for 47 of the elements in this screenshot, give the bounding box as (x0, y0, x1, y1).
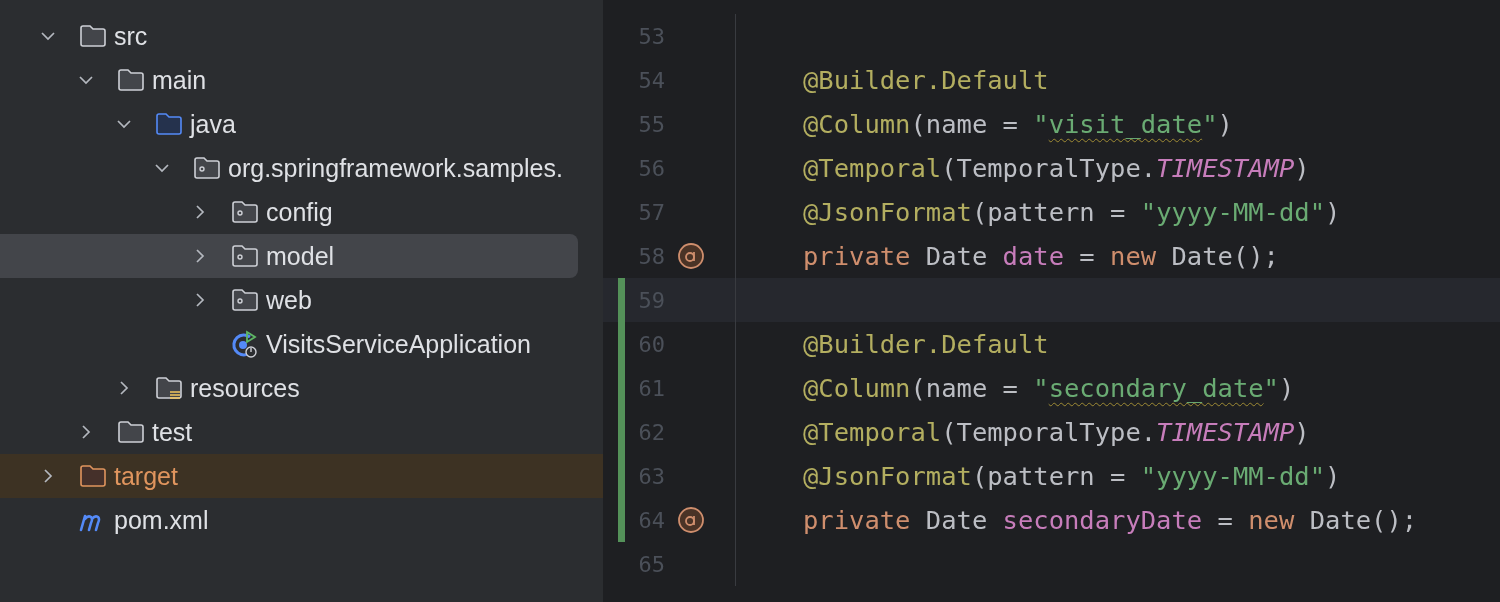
autowired-marker-icon[interactable] (676, 241, 706, 271)
tree-item-label: resources (190, 373, 300, 403)
folder-icon (78, 22, 108, 50)
code-line: @JsonFormat(pattern = "yyyy-MM-dd") (803, 461, 1341, 491)
tree-item[interactable]: web (0, 278, 603, 322)
tree-item-label: web (266, 285, 312, 315)
tree-item[interactable]: org.springframework.samples. (0, 146, 603, 190)
code-line: private Date secondaryDate = new Date(); (803, 505, 1418, 535)
code-line: @Temporal(TemporalType.TIMESTAMP) (803, 417, 1310, 447)
tree-item[interactable]: VisitsServiceApplication (0, 322, 603, 366)
package-folder-icon (230, 242, 260, 270)
spring-application-icon (230, 330, 260, 358)
tree-item-label: main (152, 65, 207, 95)
code-line: @JsonFormat(pattern = "yyyy-MM-dd") (803, 197, 1341, 227)
tree-item[interactable]: resources (0, 366, 603, 410)
tree-item-label: test (152, 417, 193, 447)
package-folder-icon (230, 286, 260, 314)
package-folder-icon (230, 198, 260, 226)
tree-item[interactable]: pom.xml (0, 498, 603, 542)
code-line: private Date date = new Date(); (803, 241, 1279, 271)
tree-item-label: target (114, 461, 178, 491)
tree-item-label: java (190, 109, 236, 139)
resource-folder-icon (154, 374, 184, 402)
folder-icon (78, 462, 108, 490)
tree-item[interactable]: model (0, 234, 578, 278)
package-folder-icon (192, 154, 222, 182)
tree-item[interactable]: config (0, 190, 603, 234)
tree-item-label: src (114, 21, 148, 51)
tree-item-label: org.springframework.samples. (228, 153, 563, 183)
code-line: @Column(name = "secondary_date") (803, 373, 1295, 403)
tree-item[interactable]: target (0, 454, 603, 498)
folder-icon (154, 110, 184, 138)
tree-item-label: VisitsServiceApplication (266, 329, 531, 359)
folder-icon (116, 66, 146, 94)
code-line: @Column(name = "visit_date") (803, 109, 1233, 139)
tree-item[interactable]: main (0, 58, 603, 102)
code-line: @Builder.Default (803, 65, 1049, 95)
tree-item-label: config (266, 197, 333, 227)
folder-icon (116, 418, 146, 446)
tree-item[interactable]: src (0, 14, 603, 58)
autowired-marker-icon[interactable] (676, 505, 706, 535)
tree-item-label: model (266, 241, 335, 271)
code-line: @Temporal(TemporalType.TIMESTAMP) (803, 153, 1310, 183)
tree-item[interactable]: java (0, 102, 603, 146)
tree-item[interactable]: test (0, 410, 603, 454)
tree-item-label: pom.xml (114, 505, 209, 535)
code-line: @Builder.Default (803, 329, 1049, 359)
